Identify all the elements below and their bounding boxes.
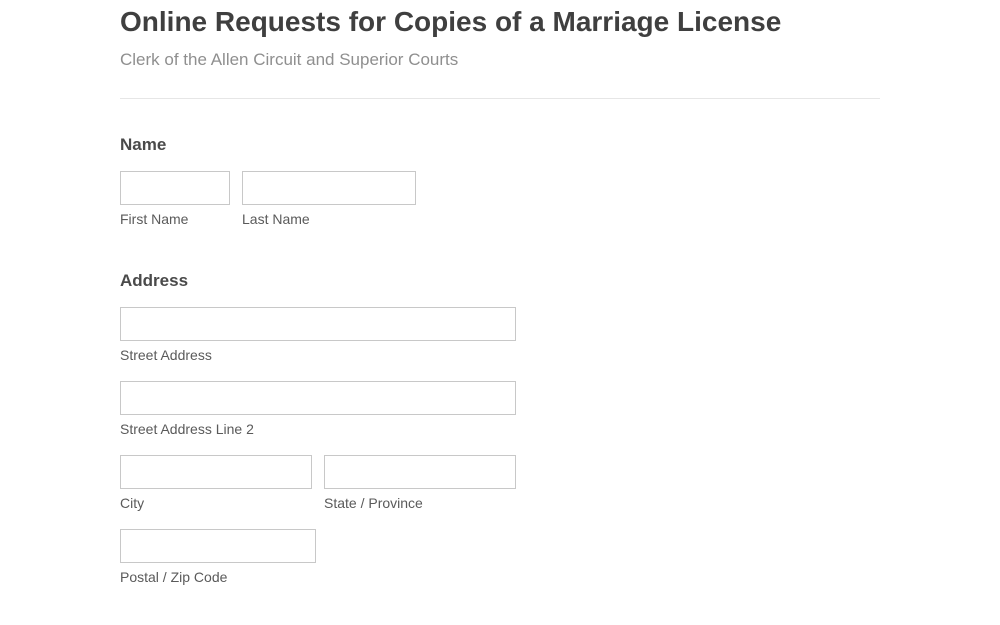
street-address-input[interactable] (120, 307, 516, 341)
postal-input[interactable] (120, 529, 316, 563)
section-heading-address: Address (120, 271, 880, 291)
divider (120, 98, 880, 99)
street-address-2-input[interactable] (120, 381, 516, 415)
postal-label: Postal / Zip Code (120, 569, 316, 585)
street-address-2-label: Street Address Line 2 (120, 421, 516, 437)
city-label: City (120, 495, 312, 511)
city-input[interactable] (120, 455, 312, 489)
page-subtitle: Clerk of the Allen Circuit and Superior … (120, 50, 880, 70)
state-label: State / Province (324, 495, 516, 511)
last-name-input[interactable] (242, 171, 416, 205)
last-name-label: Last Name (242, 211, 416, 227)
first-name-input[interactable] (120, 171, 230, 205)
section-heading-name: Name (120, 135, 880, 155)
street-address-label: Street Address (120, 347, 516, 363)
state-input[interactable] (324, 455, 516, 489)
page-title: Online Requests for Copies of a Marriage… (120, 6, 880, 38)
first-name-label: First Name (120, 211, 230, 227)
